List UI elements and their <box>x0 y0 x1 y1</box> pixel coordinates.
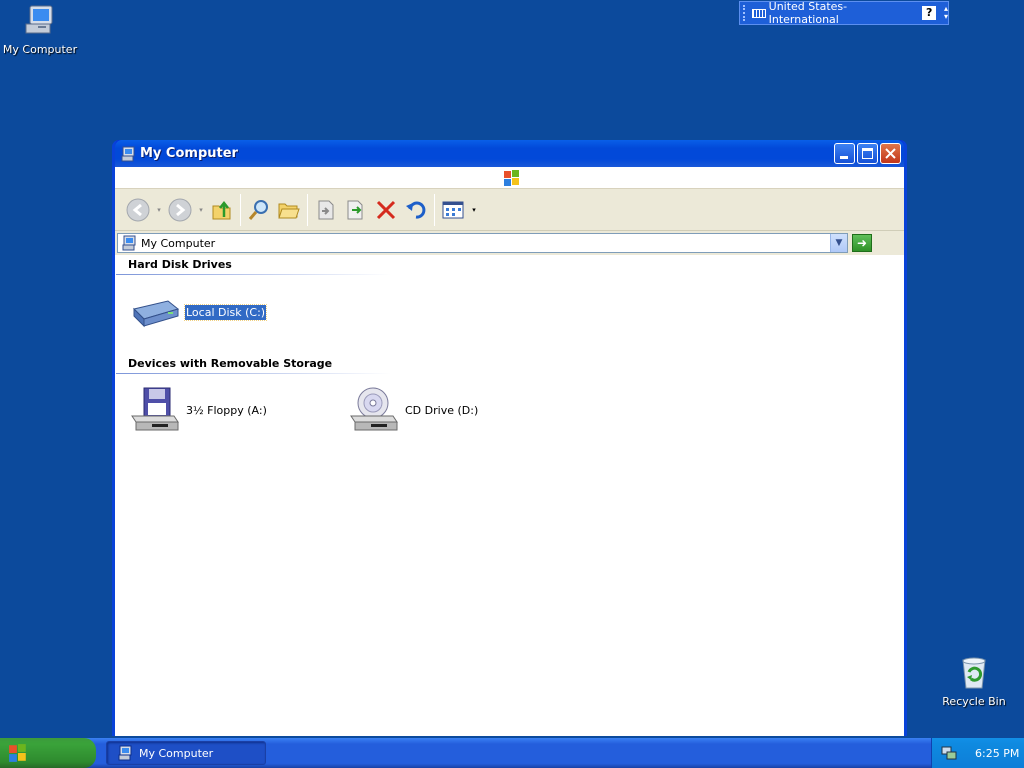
cd-drive-icon <box>350 387 398 431</box>
drive-label: CD Drive (D:) <box>405 403 479 417</box>
desktop-icon-recycle-bin[interactable]: Recycle Bin <box>934 656 1014 708</box>
keyboard-icon <box>751 8 766 18</box>
hard-disk-icon <box>133 300 180 328</box>
address-dropdown-button[interactable]: ▼ <box>830 234 847 252</box>
drive-label: 3½ Floppy (A:) <box>186 403 267 417</box>
close-button[interactable] <box>880 143 901 164</box>
maximize-button[interactable] <box>857 143 878 164</box>
minimize-button[interactable] <box>834 143 855 164</box>
floppy-drive-icon <box>131 387 179 431</box>
toolbar-separator <box>240 193 241 226</box>
address-bar: My Computer ▼ ➜ <box>115 231 904 255</box>
group-heading-removable: Devices with Removable Storage <box>128 357 333 370</box>
copy-to-button[interactable] <box>341 195 371 225</box>
restore-options-icon[interactable]: ▴ ▾ <box>944 5 948 21</box>
search-button[interactable] <box>244 195 274 225</box>
folders-button[interactable] <box>274 195 304 225</box>
undo-button[interactable] <box>401 195 431 225</box>
desktop-icon-label: My Computer <box>2 43 78 56</box>
go-arrow-icon: ➜ <box>856 236 868 250</box>
title-bar[interactable]: My Computer <box>115 140 904 167</box>
toolbar-separator <box>434 193 435 226</box>
my-computer-icon <box>121 146 135 161</box>
move-to-icon <box>318 200 334 219</box>
back-arrow-icon <box>126 198 150 221</box>
my-computer-window: My Computer ▾ ▾ ▾ My Computer ▼ ➜ Hard D… <box>112 140 907 736</box>
copy-to-icon <box>347 200 363 219</box>
back-dropdown-icon[interactable]: ▾ <box>153 206 165 214</box>
address-field[interactable]: My Computer ▼ <box>117 233 848 253</box>
minimize-icon <box>840 156 848 159</box>
taskbar: My Computer 6:25 PM <box>0 738 1024 768</box>
views-dropdown-icon[interactable]: ▾ <box>468 206 480 214</box>
drive-item-local-disk[interactable]: Local Disk (C:) <box>130 295 268 329</box>
drive-item-floppy[interactable]: 3½ Floppy (A:) <box>130 386 268 434</box>
recycle-bin-icon <box>962 657 986 689</box>
delete-icon <box>376 200 396 219</box>
folders-icon <box>278 203 300 218</box>
my-computer-icon <box>118 745 132 761</box>
window-title: My Computer <box>140 146 238 161</box>
taskbar-button-label: My Computer <box>139 746 214 760</box>
undo-icon <box>406 201 426 219</box>
forward-button[interactable] <box>165 195 195 225</box>
go-button[interactable]: ➜ <box>852 234 872 252</box>
windows-logo-icon <box>9 744 26 762</box>
views-icon <box>442 201 464 218</box>
language-bar[interactable]: United States-International ? ▴ ▾ <box>739 0 949 26</box>
my-computer-icon <box>25 5 53 34</box>
desktop-icon-my-computer[interactable]: My Computer <box>0 2 80 56</box>
forward-dropdown-icon[interactable]: ▾ <box>195 206 207 214</box>
group-divider <box>116 373 391 374</box>
help-icon[interactable]: ? <box>922 6 936 20</box>
back-button[interactable] <box>123 195 153 225</box>
standard-toolbar: ▾ ▾ ▾ <box>115 189 904 231</box>
network-icon[interactable] <box>941 745 957 761</box>
desktop-icon-label: Recycle Bin <box>942 695 1006 708</box>
clock[interactable]: 6:25 PM <box>975 747 1019 760</box>
views-button[interactable] <box>438 195 468 225</box>
start-button[interactable] <box>0 738 96 768</box>
up-button[interactable] <box>207 195 237 225</box>
forward-arrow-icon <box>168 198 192 221</box>
drive-item-cd[interactable]: CD Drive (D:) <box>349 386 479 434</box>
address-value: My Computer <box>141 236 216 250</box>
folder-up-icon <box>212 200 231 219</box>
windows-logo-icon <box>504 170 519 186</box>
delete-button[interactable] <box>371 195 401 225</box>
file-list-area[interactable]: Hard Disk Drives Local Disk (C:) Devices… <box>115 255 904 736</box>
group-divider <box>116 274 391 275</box>
brand-bar <box>115 167 904 189</box>
grip-handle-icon[interactable] <box>743 5 747 21</box>
system-tray: 6:25 PM <box>931 738 1024 768</box>
my-computer-icon <box>122 235 136 251</box>
group-heading-hard-disks: Hard Disk Drives <box>128 258 232 271</box>
move-to-button[interactable] <box>311 195 341 225</box>
close-icon <box>885 148 896 159</box>
taskbar-button-my-computer[interactable]: My Computer <box>106 741 266 765</box>
maximize-icon <box>862 148 873 159</box>
toolbar-separator <box>307 193 308 226</box>
drive-label: Local Disk (C:) <box>183 303 268 321</box>
search-icon <box>248 199 268 220</box>
input-language-label[interactable]: United States-International <box>769 0 914 26</box>
